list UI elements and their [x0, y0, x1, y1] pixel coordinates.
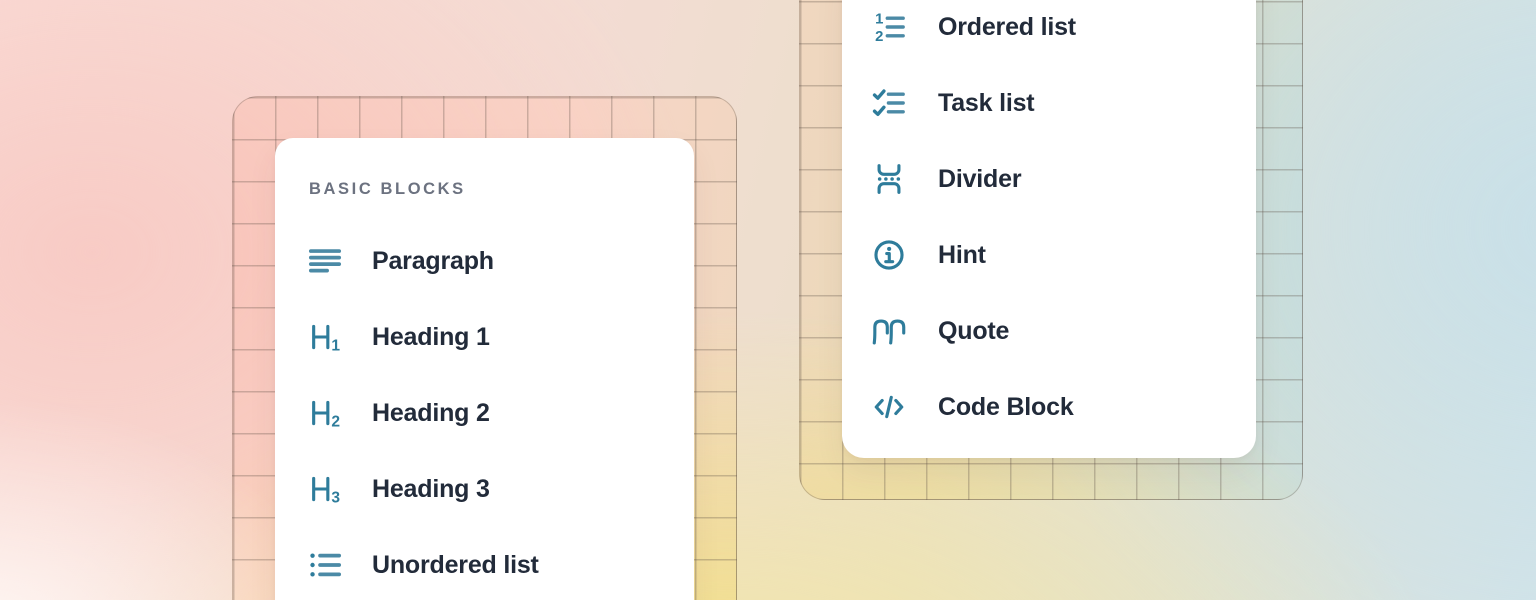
basic-blocks-section-label: BASIC BLOCKS	[309, 180, 664, 199]
svg-text:1: 1	[875, 12, 883, 28]
menu-item-label: Ordered list	[938, 13, 1076, 42]
menu-item-label: Code Block	[938, 393, 1074, 422]
svg-text:1: 1	[331, 337, 340, 354]
blocks-menu: 1 2 Ordered list Task list Divider	[842, 0, 1256, 458]
basic-blocks-menu: BASIC BLOCKS Paragraph 1 Heading 1 2 Hea…	[275, 138, 694, 600]
hero-illustration: { "left_panel": { "section_label": "BASI…	[0, 0, 1536, 600]
menu-item-heading-2[interactable]: 2 Heading 2	[308, 396, 664, 430]
menu-item-label: Quote	[938, 317, 1009, 346]
menu-item-quote[interactable]: Quote	[872, 314, 1228, 348]
heading-3-icon: 3	[308, 472, 342, 506]
task-list-icon	[872, 86, 906, 120]
quote-icon	[872, 314, 906, 348]
menu-item-heading-1[interactable]: 1 Heading 1	[308, 320, 664, 354]
paragraph-icon	[308, 244, 342, 278]
heading-1-icon: 1	[308, 320, 342, 354]
menu-item-hint[interactable]: Hint	[872, 238, 1228, 272]
menu-item-paragraph[interactable]: Paragraph	[308, 244, 664, 278]
svg-text:2: 2	[875, 29, 883, 44]
divider-icon	[872, 162, 906, 196]
menu-item-label: Hint	[938, 241, 986, 270]
menu-item-divider[interactable]: Divider	[872, 162, 1228, 196]
hint-icon	[872, 238, 906, 272]
menu-item-label: Unordered list	[372, 551, 539, 580]
menu-item-task-list[interactable]: Task list	[872, 86, 1228, 120]
menu-item-label: Task list	[938, 89, 1034, 118]
menu-item-label: Paragraph	[372, 247, 494, 276]
menu-item-code-block[interactable]: Code Block	[872, 390, 1228, 424]
heading-2-icon: 2	[308, 396, 342, 430]
menu-item-label: Divider	[938, 165, 1021, 194]
svg-text:3: 3	[331, 489, 340, 506]
code-block-icon	[872, 390, 906, 424]
menu-item-label: Heading 2	[372, 399, 490, 428]
menu-item-heading-3[interactable]: 3 Heading 3	[308, 472, 664, 506]
menu-item-label: Heading 1	[372, 323, 490, 352]
ordered-list-icon: 1 2	[872, 10, 906, 44]
menu-item-label: Heading 3	[372, 475, 490, 504]
svg-text:2: 2	[331, 413, 340, 430]
unordered-list-icon	[308, 548, 342, 582]
menu-item-unordered-list[interactable]: Unordered list	[308, 548, 664, 582]
menu-item-ordered-list[interactable]: 1 2 Ordered list	[872, 10, 1228, 44]
